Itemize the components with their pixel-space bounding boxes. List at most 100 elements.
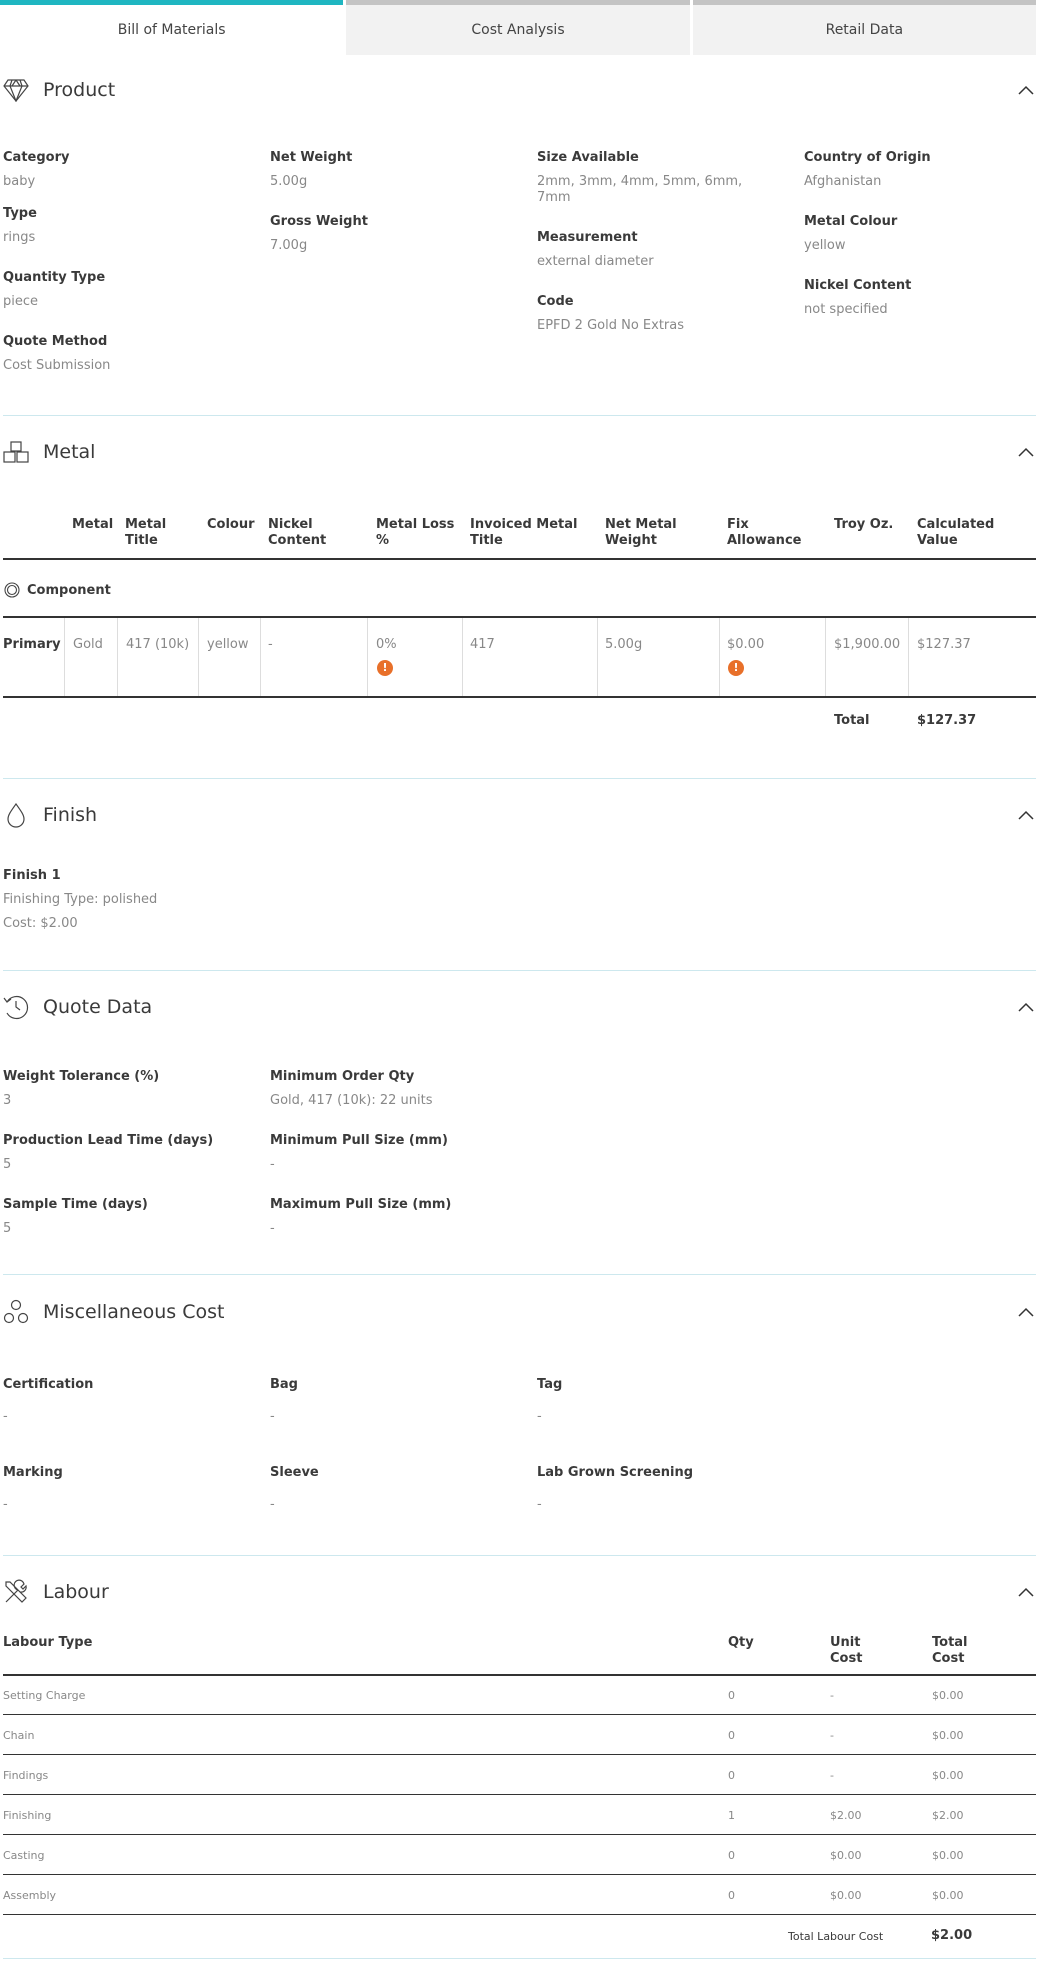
table-rule — [3, 558, 1036, 560]
cell-border — [117, 618, 118, 696]
marking-value: - — [3, 1497, 8, 1512]
nickel-content-label: Nickel Content — [804, 278, 912, 293]
tag-label: Tag — [537, 1377, 563, 1392]
metal-row-colour: yellow — [207, 637, 249, 652]
certification-value: - — [3, 1409, 8, 1424]
tools-icon — [3, 1578, 29, 1606]
tab-retail-data[interactable]: Retail Data — [692, 0, 1036, 55]
section-divider — [3, 415, 1036, 416]
labour-col-unit-2: Cost — [830, 1651, 863, 1666]
type-label: Type — [3, 206, 37, 221]
droplet-icon — [3, 801, 29, 829]
measurement-label: Measurement — [537, 230, 638, 245]
labour-unit-cost: $0.00 — [830, 1889, 862, 1902]
type-value: rings — [3, 230, 36, 245]
labour-header[interactable]: Labour — [3, 1572, 1036, 1612]
lead-time-value: 5 — [3, 1157, 12, 1172]
metal-row-metal: Gold — [73, 637, 103, 652]
labour-total-cost: $0.00 — [932, 1769, 964, 1782]
cell-border — [260, 618, 261, 696]
total-labour-cost-label: Total Labour Cost — [788, 1930, 884, 1943]
labour-col-unit-1: Unit — [830, 1635, 861, 1650]
quote-header[interactable]: Quote Data — [3, 987, 1036, 1027]
metal-row-title: 417 (10k) — [126, 637, 190, 652]
finishing-type: Finishing Type: polished — [3, 892, 158, 907]
col-troy: Troy Oz. — [834, 517, 894, 532]
tab-bill-of-materials[interactable]: Bill of Materials — [0, 0, 344, 55]
col-colour: Colour — [207, 517, 255, 532]
col-metal-title-2: Title — [125, 533, 158, 548]
col-nickel-2: Content — [268, 533, 327, 548]
col-metal-loss-2: % — [376, 533, 390, 548]
quantity-type-value: piece — [3, 294, 39, 309]
warning-icon[interactable]: ! — [377, 660, 393, 676]
labour-qty: 0 — [728, 1849, 735, 1862]
labour-qty: 0 — [728, 1729, 735, 1742]
chevron-up-icon[interactable] — [1016, 442, 1036, 462]
diamond-icon — [3, 76, 29, 104]
metal-colour-label: Metal Colour — [804, 214, 898, 229]
metal-colour-value: yellow — [804, 238, 846, 253]
total-labour-cost-value: $2.00 — [931, 1928, 973, 1943]
col-metal-title-1: Metal — [125, 517, 167, 532]
finish-header[interactable]: Finish — [3, 795, 1036, 835]
code-label: Code — [537, 294, 574, 309]
finish-title: Finish — [43, 804, 98, 826]
cell-border — [597, 618, 598, 696]
labour-total-cost: $0.00 — [932, 1849, 964, 1862]
product-title: Product — [43, 79, 116, 101]
section-divider — [3, 778, 1036, 779]
labour-total-cost: $0.00 — [932, 1689, 964, 1702]
tab-cost-analysis[interactable]: Cost Analysis — [346, 0, 690, 55]
chevron-up-icon[interactable] — [1016, 80, 1036, 100]
gold-bars-icon — [3, 438, 29, 466]
labour-col-type: Labour Type — [3, 1635, 93, 1650]
gross-weight-value: 7.00g — [270, 238, 308, 253]
labour-unit-cost: - — [830, 1769, 834, 1782]
metal-header[interactable]: Metal — [3, 432, 1036, 472]
weight-tolerance-label: Weight Tolerance (%) — [3, 1069, 160, 1084]
metal-row-value: $127.37 — [917, 637, 971, 652]
section-divider — [3, 1274, 1036, 1275]
warning-icon[interactable]: ! — [728, 660, 744, 676]
tab-bar: Bill of Materials Cost Analysis Retail D… — [0, 0, 1036, 55]
finish-cost: Cost: $2.00 — [3, 916, 78, 931]
clock-refresh-icon — [3, 993, 29, 1021]
labour-type: Findings — [3, 1769, 49, 1782]
misc-header[interactable]: Miscellaneous Cost — [3, 1292, 1036, 1332]
cell-border — [367, 618, 368, 696]
col-nickel-1: Nickel — [268, 517, 313, 532]
chevron-up-icon[interactable] — [1016, 1582, 1036, 1602]
labour-type: Chain — [3, 1729, 35, 1742]
labour-col-qty: Qty — [728, 1635, 754, 1650]
quantity-type-label: Quantity Type — [3, 270, 106, 285]
table-row: Finishing 1 $2.00 $2.00 — [3, 1795, 1036, 1835]
table-row: Casting 0 $0.00 $0.00 — [3, 1835, 1036, 1875]
labour-qty: 0 — [728, 1889, 735, 1902]
metal-row-loss: 0% — [376, 637, 397, 652]
cell-border — [908, 618, 909, 696]
lab-grown-label: Lab Grown Screening — [537, 1465, 694, 1480]
col-calculated-1: Calculated — [917, 517, 995, 532]
bag-value: - — [270, 1409, 275, 1424]
metal-title: Metal — [43, 441, 96, 463]
product-header[interactable]: Product — [3, 70, 1036, 110]
chevron-up-icon[interactable] — [1016, 1302, 1036, 1322]
cell-border — [462, 618, 463, 696]
section-divider — [3, 1958, 1036, 1959]
col-net-metal-2: Weight — [605, 533, 657, 548]
gross-weight-label: Gross Weight — [270, 214, 368, 229]
max-pull-label: Maximum Pull Size (mm) — [270, 1197, 452, 1212]
weight-tolerance-value: 3 — [3, 1093, 12, 1108]
chevron-up-icon[interactable] — [1016, 997, 1036, 1017]
labour-unit-cost: - — [830, 1729, 834, 1742]
col-calculated-2: Value — [917, 533, 958, 548]
finish-name: Finish 1 — [3, 868, 61, 883]
labour-col-total-1: Total — [932, 1635, 968, 1650]
nickel-content-value: not specified — [804, 302, 888, 317]
component-label: Component — [27, 583, 111, 598]
chevron-up-icon[interactable] — [1016, 805, 1036, 825]
table-rule — [3, 616, 1036, 618]
marking-label: Marking — [3, 1465, 63, 1480]
labour-total-cost: $0.00 — [932, 1889, 964, 1902]
